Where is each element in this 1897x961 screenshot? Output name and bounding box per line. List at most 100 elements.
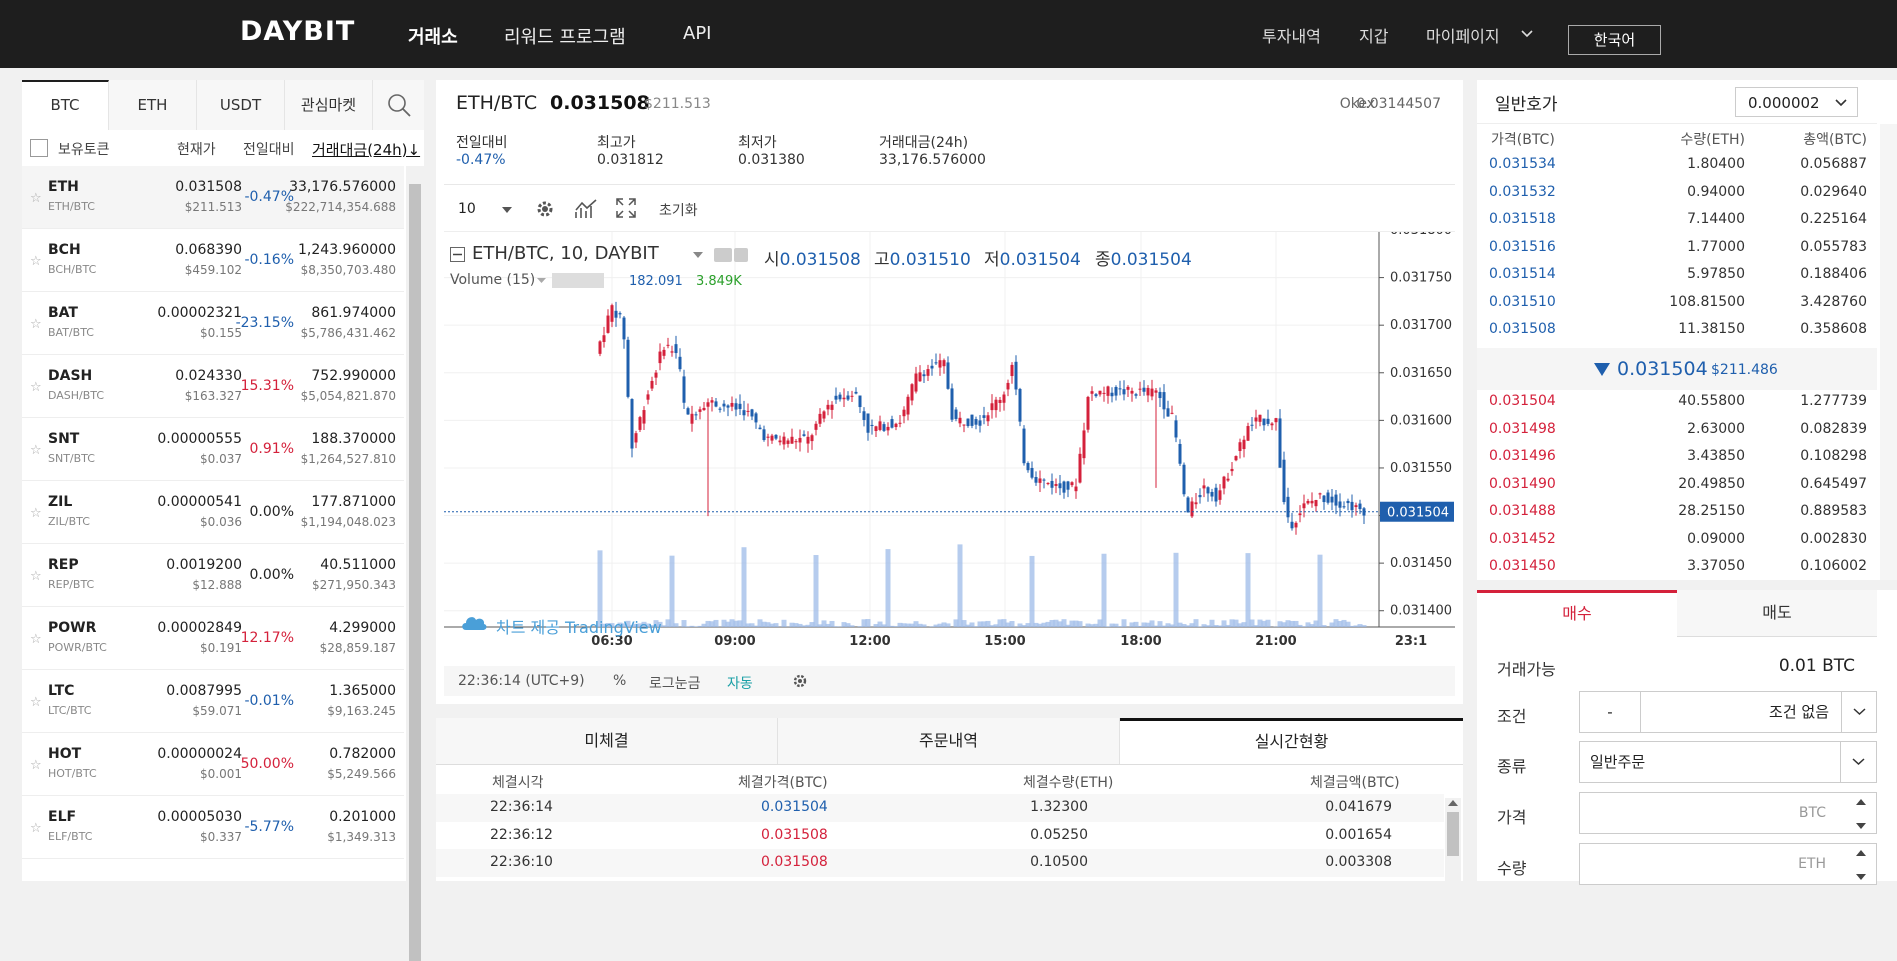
search-button[interactable]	[373, 80, 424, 130]
fullscreen-icon[interactable]	[616, 198, 636, 218]
nav-investment-history[interactable]: 투자내역	[1262, 23, 1321, 47]
candle-body	[1199, 495, 1202, 497]
candle-body	[803, 434, 806, 436]
favorite-star-icon[interactable]: ☆	[30, 758, 42, 773]
price-stepper-icon[interactable]	[1856, 799, 1866, 829]
favorite-star-icon[interactable]: ☆	[30, 380, 42, 395]
daybit-logo[interactable]: DAYBIT	[240, 16, 355, 47]
asks-row[interactable]: 0.031510108.815003.428760	[1477, 289, 1877, 317]
collapse-legend-icon[interactable]	[450, 247, 465, 262]
candlestick-chart[interactable]: 0.0318000.0317500.0317000.0316500.031600…	[444, 232, 1455, 654]
trades-scrollbar[interactable]	[1445, 798, 1461, 881]
quantity-input[interactable]: ETH	[1579, 843, 1877, 885]
asks-row[interactable]: 0.0315320.940000.029640	[1477, 179, 1877, 207]
log-scale-toggle[interactable]: 로그눈금	[649, 673, 701, 693]
market-row[interactable]: ☆ZILZIL/BTC0.00000541$0.0360.00%177.8710…	[22, 481, 404, 544]
bids-row[interactable]: 0.03148828.251500.889583	[1477, 498, 1877, 526]
market-row[interactable]: ☆HOTHOT/BTC0.00000024$0.00150.00%0.78200…	[22, 733, 404, 796]
favorite-star-icon[interactable]: ☆	[30, 821, 42, 836]
nav-exchange[interactable]: 거래소	[408, 23, 458, 49]
candle-body	[1331, 497, 1334, 503]
caret-down-icon[interactable]	[693, 252, 703, 258]
settings-gear-icon[interactable]	[792, 673, 808, 689]
bids-row[interactable]: 0.0314982.630000.082839	[1477, 416, 1877, 444]
market-row[interactable]: ☆LTCLTC/BTC0.0087995$59.071-0.01%1.36500…	[22, 670, 404, 733]
favorite-star-icon[interactable]: ☆	[30, 191, 42, 206]
order-type-label: 종류	[1497, 753, 1526, 777]
nav-api[interactable]: API	[683, 23, 711, 44]
interval-select[interactable]: 10	[458, 201, 476, 217]
candle-body	[663, 350, 666, 356]
condition-dropdown[interactable]	[1841, 691, 1877, 733]
col-change[interactable]: 전일대비	[243, 139, 295, 159]
percent-toggle[interactable]: %	[613, 673, 626, 689]
reset-button[interactable]: 초기화	[659, 200, 698, 220]
price-input[interactable]: BTC	[1579, 792, 1877, 834]
price-step-value: 0.000002	[1748, 94, 1820, 112]
asks-row[interactable]: 0.03150811.381500.358608	[1477, 316, 1877, 344]
market-symbol: SNT	[48, 431, 79, 447]
asks-row[interactable]: 0.0315145.978500.188406	[1477, 261, 1877, 289]
tab-btc[interactable]: BTC	[22, 80, 109, 130]
favorite-star-icon[interactable]: ☆	[30, 695, 42, 710]
settings-gear-icon[interactable]	[534, 198, 556, 220]
condition-select[interactable]: 조건 없음	[1640, 691, 1842, 733]
chevron-down-icon[interactable]	[1520, 29, 1534, 39]
bids-row[interactable]: 0.0314520.090000.002830	[1477, 526, 1877, 554]
indicators-icon[interactable]	[574, 198, 598, 220]
auto-scale-toggle[interactable]: 자동	[727, 673, 753, 693]
tab-usdt[interactable]: USDT	[197, 80, 285, 130]
condition-type[interactable]: -	[1579, 691, 1641, 733]
visibility-eye-icon[interactable]	[714, 248, 732, 262]
favorite-star-icon[interactable]: ☆	[30, 632, 42, 647]
market-scrollbar[interactable]	[406, 166, 424, 961]
tab-order-history[interactable]: 주문내역	[778, 718, 1120, 764]
bids-row[interactable]: 0.03149020.498500.645497	[1477, 471, 1877, 499]
price-chart[interactable]: 0.0318000.0317500.0317000.0316500.031600…	[444, 231, 1455, 653]
nav-mypage[interactable]: 마이페이지	[1426, 23, 1500, 47]
tab-eth[interactable]: ETH	[109, 80, 197, 130]
bids-row[interactable]: 0.03150440.558001.277739	[1477, 388, 1877, 416]
market-row[interactable]: ☆SNTSNT/BTC0.00000555$0.0370.91%188.3700…	[22, 418, 404, 481]
language-button[interactable]: 한국어	[1568, 25, 1661, 55]
bids-row[interactable]: 0.0314503.370500.106002	[1477, 553, 1877, 581]
tab-live-trades[interactable]: 실시간현황	[1120, 718, 1463, 764]
nav-reward-program[interactable]: 리워드 프로그램	[504, 23, 626, 49]
favorite-star-icon[interactable]: ☆	[30, 317, 42, 332]
orderbook-scrollbar[interactable]	[1880, 124, 1897, 580]
volume-bar	[866, 619, 871, 627]
market-row[interactable]: ☆ETHETH/BTC0.031508$211.513-0.47%33,176.…	[22, 166, 404, 229]
market-row[interactable]: ☆BCHBCH/BTC0.068390$459.102-0.16%1,243.9…	[22, 229, 404, 292]
tab-open-orders[interactable]: 미체결	[436, 718, 778, 764]
market-row[interactable]: ☆BATBAT/BTC0.00002321$0.155-23.15%861.97…	[22, 292, 404, 355]
market-row[interactable]: ☆REPREP/BTC0.0019200$12.8880.00%40.51100…	[22, 544, 404, 607]
asks-row[interactable]: 0.0315161.770000.055783	[1477, 234, 1877, 262]
quantity-stepper-icon[interactable]	[1856, 850, 1866, 880]
tradingview-watermark[interactable]: 차트 제공 TradingView	[496, 614, 662, 638]
nav-wallet[interactable]: 지갑	[1359, 23, 1388, 47]
bids-row[interactable]: 0.0314963.438500.108298	[1477, 443, 1877, 471]
market-row[interactable]: ☆ELFELF/BTC0.00005030$0.337-5.77%0.20100…	[22, 796, 404, 859]
favorite-star-icon[interactable]: ☆	[30, 443, 42, 458]
order-type-select[interactable]: 일반주문	[1579, 741, 1877, 783]
tab-sell[interactable]: 매도	[1677, 590, 1877, 637]
settings-gear-icon[interactable]	[734, 248, 748, 262]
tab-favorites[interactable]: 관심마켓	[285, 80, 373, 130]
favorite-star-icon[interactable]: ☆	[30, 569, 42, 584]
price-step-select[interactable]: 0.000002	[1735, 87, 1858, 117]
trade-price: 0.031508	[761, 854, 828, 870]
caret-down-icon[interactable]	[502, 207, 512, 213]
caret-down-icon[interactable]	[537, 278, 546, 283]
col-price[interactable]: 현재가	[177, 139, 216, 159]
favorite-star-icon[interactable]: ☆	[30, 254, 42, 269]
asks-row[interactable]: 0.0315187.144000.225164	[1477, 206, 1877, 234]
col-volume[interactable]: 거래대금(24h)↓	[312, 139, 420, 160]
asks-row[interactable]: 0.0315341.804000.056887	[1477, 151, 1877, 179]
scroll-up-icon[interactable]	[1448, 800, 1458, 806]
favorite-star-icon[interactable]: ☆	[30, 506, 42, 521]
tab-buy[interactable]: 매수	[1477, 590, 1677, 637]
volume-controls[interactable]	[552, 273, 604, 288]
hold-checkbox[interactable]	[30, 139, 48, 157]
market-row[interactable]: ☆DASHDASH/BTC0.024330$163.32715.31%752.9…	[22, 355, 404, 418]
market-row[interactable]: ☆POWRPOWR/BTC0.00002849$0.19112.17%4.299…	[22, 607, 404, 670]
